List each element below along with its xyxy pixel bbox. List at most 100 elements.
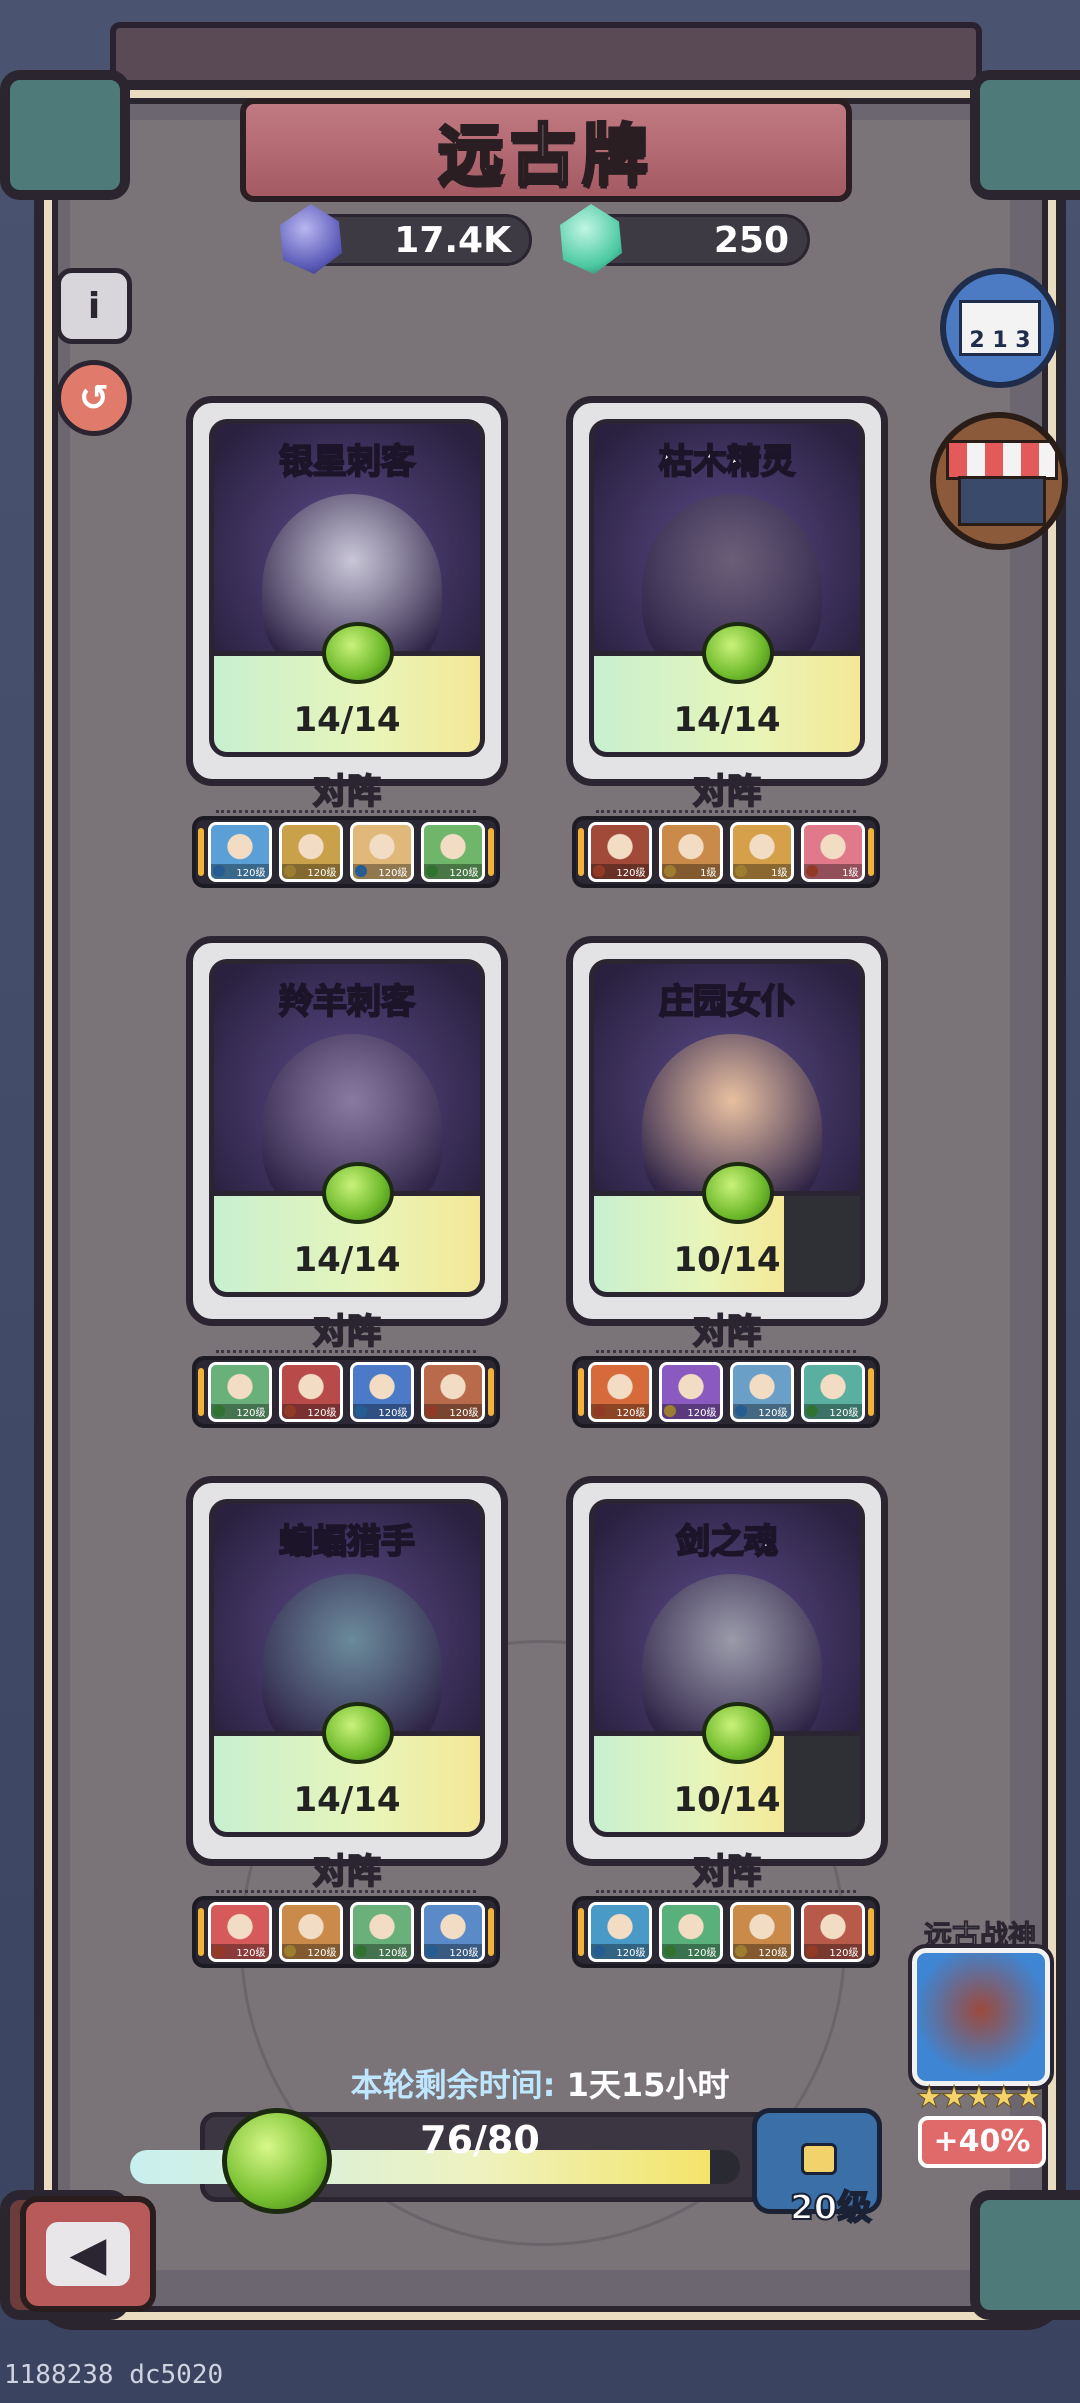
hero-card-progress: 14/14: [214, 1162, 480, 1292]
timer-label: 本轮剩余时间:: [350, 2066, 556, 2104]
opponent-team[interactable]: 120级 120级 120级 120级: [572, 1356, 880, 1428]
shop-button[interactable]: [930, 412, 1068, 550]
opponent-hero-level: 120级: [210, 1404, 269, 1419]
opponent-hero-avatar: 120级: [658, 1902, 723, 1962]
hero-card-name: 蝙蝠猎手: [278, 1521, 416, 1563]
bean-icon: [322, 1702, 394, 1764]
opponent-hero-level: 120级: [661, 1404, 720, 1419]
chest-lock-icon: [801, 2143, 837, 2175]
opponent-hero-avatar: 120级: [587, 822, 652, 882]
hero-card-progress: 10/14: [594, 1162, 860, 1292]
opponent-hero-avatar: 120级: [278, 1362, 343, 1422]
watermark-text: 1188238 dc5020: [4, 2360, 224, 2390]
opponent-hero-level: 120级: [423, 864, 482, 879]
divider: [216, 1890, 476, 1893]
history-button[interactable]: ↺: [56, 360, 132, 436]
versus-label: 对阵: [692, 1311, 762, 1353]
opponent-hero-avatar: 120级: [278, 1902, 343, 1962]
opponent-hero-avatar: 120级: [729, 1902, 794, 1962]
chest-level: 20级: [789, 2187, 872, 2229]
opponent-hero-avatar: 120级: [207, 1362, 272, 1422]
bonus-hero-portrait[interactable]: [908, 1944, 1054, 2090]
shop-icon: [946, 440, 1058, 480]
hero-card-art: 蝙蝠猎手 14/14: [209, 1499, 485, 1837]
bean-icon: [702, 1162, 774, 1224]
divider: [596, 1350, 856, 1353]
opponent-hero-level: 120级: [590, 864, 649, 879]
hero-card-name: 羚羊刺客: [278, 981, 416, 1023]
opponent-hero-avatar: 1级: [658, 822, 723, 882]
hero-card-progress-text: 14/14: [673, 700, 781, 740]
title-plate: 远古牌: [240, 98, 852, 202]
hero-card[interactable]: 羚羊刺客 14/14: [186, 936, 508, 1326]
opponent-team[interactable]: 120级 120级 120级 120级: [192, 1896, 500, 1968]
hero-card[interactable]: 银星刺客 14/14: [186, 396, 508, 786]
info-icon: i: [87, 285, 101, 327]
ranking-button[interactable]: 2 1 3: [940, 268, 1060, 388]
opponent-team[interactable]: 120级 120级 120级 120级: [572, 1896, 880, 1968]
hero-card-progress: 14/14: [214, 1702, 480, 1832]
hero-card[interactable]: 枯木精灵 14/14: [566, 396, 888, 786]
hero-card-progress: 14/14: [214, 622, 480, 752]
versus-label: 对阵: [692, 771, 762, 813]
hero-card-progress: 10/14: [594, 1702, 860, 1832]
hero-card-art: 银星刺客 14/14: [209, 419, 485, 757]
opponent-hero-avatar: 120级: [349, 1902, 414, 1962]
opponent-hero-avatar: 120级: [420, 1902, 485, 1962]
hero-card[interactable]: 庄园女仆 10/14: [566, 936, 888, 1326]
divider: [216, 810, 476, 813]
shop-counter: [958, 476, 1046, 526]
hero-card-progress-text: 14/14: [293, 1780, 401, 1820]
hero-card[interactable]: 蝙蝠猎手 14/14: [186, 1476, 508, 1866]
opponent-hero-avatar: 120级: [349, 822, 414, 882]
corner-ornament-bottom-right: [970, 2190, 1080, 2320]
hero-card-name: 剑之魂: [675, 1521, 779, 1563]
hero-card-name: 庄园女仆: [658, 981, 796, 1023]
reward-progress-text: 76/80: [420, 2118, 540, 2162]
opponent-hero-level: 120级: [732, 1404, 791, 1419]
divider: [596, 810, 856, 813]
opponent-team[interactable]: 120级 120级 120级 120级: [192, 816, 500, 888]
opponent-hero-level: 120级: [803, 1944, 862, 1959]
currency-purple-value: 17.4K: [394, 219, 511, 261]
versus-label: 对阵: [312, 771, 382, 813]
opponent-hero-level: 120级: [352, 1404, 411, 1419]
hero-card-name: 银星刺客: [278, 441, 416, 483]
page-title: 远古牌: [437, 116, 654, 196]
opponent-hero-avatar: 120级: [349, 1362, 414, 1422]
bean-icon: [702, 622, 774, 684]
opponent-hero-level: 120级: [281, 864, 340, 879]
opponent-team[interactable]: 120级 120级 120级 120级: [192, 1356, 500, 1428]
opponent-hero-level: 120级: [210, 864, 269, 879]
opponent-team[interactable]: 120级 1级 1级 1级: [572, 816, 880, 888]
opponent-hero-avatar: 120级: [658, 1362, 723, 1422]
opponent-hero-avatar: 120级: [207, 1902, 272, 1962]
versus-label: 对阵: [312, 1311, 382, 1353]
info-button[interactable]: i: [56, 268, 132, 344]
bonus-hero-stars: ★★★★★: [915, 2080, 1042, 2116]
hero-card-name: 枯木精灵: [658, 441, 796, 483]
refresh-icon: ↺: [78, 377, 110, 419]
opponent-hero-avatar: 120级: [207, 822, 272, 882]
opponent-hero-level: 1级: [661, 864, 720, 879]
opponent-hero-avatar: 1级: [729, 822, 794, 882]
opponent-hero-level: 120级: [732, 1944, 791, 1959]
corner-ornament-top-left: [0, 70, 130, 200]
opponent-hero-avatar: 120级: [800, 1902, 865, 1962]
hero-card-art: 剑之魂 10/14: [589, 1499, 865, 1837]
opponent-hero-level: 120级: [661, 1944, 720, 1959]
opponent-hero-avatar: 120级: [587, 1362, 652, 1422]
opponent-hero-avatar: 120级: [420, 1362, 485, 1422]
podium-icon: 2 1 3: [959, 300, 1041, 356]
hero-card-progress-text: 10/14: [673, 1240, 781, 1280]
opponent-hero-level: 1级: [732, 864, 791, 879]
opponent-hero-level: 120级: [590, 1404, 649, 1419]
opponent-hero-level: 120级: [281, 1944, 340, 1959]
opponent-hero-level: 120级: [352, 864, 411, 879]
back-button[interactable]: ◀: [20, 2196, 156, 2312]
hero-card[interactable]: 剑之魂 10/14: [566, 1476, 888, 1866]
opponent-hero-avatar: 120级: [278, 822, 343, 882]
bean-icon: [322, 1162, 394, 1224]
timer-value: 1天15小时: [566, 2066, 730, 2104]
opponent-hero-level: 120级: [590, 1944, 649, 1959]
